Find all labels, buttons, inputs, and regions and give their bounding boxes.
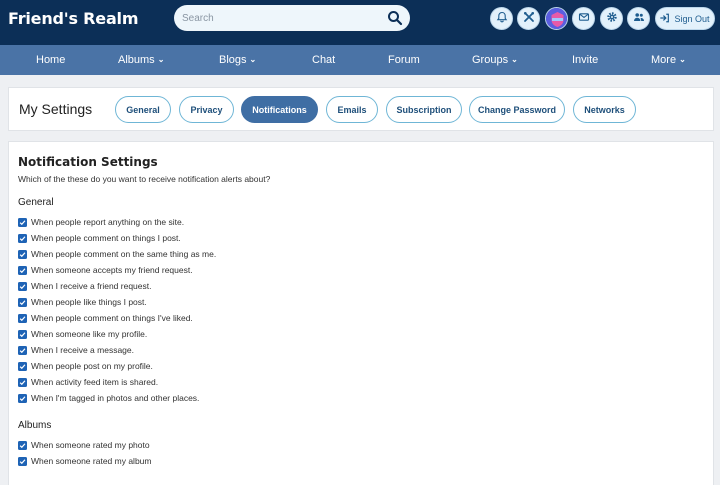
nav-groups[interactable]: Groups ⌄ (472, 45, 518, 75)
tab-change-password[interactable]: Change Password (469, 96, 565, 123)
option-label: When someone like my profile. (31, 329, 148, 339)
messages-button[interactable] (572, 7, 595, 30)
nav-forum[interactable]: Forum (388, 45, 420, 75)
notification-option[interactable]: When people comment on things I post. (18, 232, 181, 244)
chevron-down-icon: ⌄ (157, 55, 165, 64)
option-label: When people post on my profile. (31, 361, 153, 371)
search-icon[interactable] (387, 10, 403, 26)
section-description: Which of the these do you want to receiv… (18, 174, 271, 184)
nav-more[interactable]: More ⌄ (651, 45, 686, 75)
tab-subscription[interactable]: Subscription (386, 96, 462, 123)
page-title: My Settings (19, 101, 93, 117)
notification-option[interactable]: When someone rated my album (18, 455, 151, 467)
tab-notifications[interactable]: Notifications (241, 96, 318, 123)
checkbox-checked[interactable] (18, 456, 27, 466)
section-heading: Notification Settings (18, 155, 158, 169)
checkbox-checked[interactable] (18, 297, 27, 307)
checkbox-checked[interactable] (18, 313, 27, 323)
nav-label: Forum (388, 54, 420, 66)
checkbox-checked[interactable] (18, 329, 27, 339)
nav-label: More (651, 54, 677, 66)
notification-option[interactable]: When I'm tagged in photos and other plac… (18, 392, 199, 404)
checkbox-checked[interactable] (18, 440, 27, 450)
option-label: When people report anything on the site. (31, 217, 185, 227)
tab-networks[interactable]: Networks (573, 96, 636, 123)
checkbox-checked[interactable] (18, 217, 27, 227)
nav-home[interactable]: Home (36, 45, 65, 75)
option-label: When activity feed item is shared. (31, 377, 159, 387)
option-label: When people like things I post. (31, 297, 147, 307)
notification-option[interactable]: When I receive a message. (18, 344, 134, 356)
users-icon (633, 10, 645, 28)
notification-option[interactable]: When people report anything on the site. (18, 216, 184, 228)
sign-out-label: Sign Out (674, 13, 710, 24)
checkbox-checked[interactable] (18, 233, 27, 243)
nav-label: Blogs (219, 54, 247, 66)
notification-option[interactable]: When people comment on the same thing as… (18, 248, 216, 260)
checkbox-checked[interactable] (18, 345, 27, 355)
sign-out-icon (660, 13, 670, 25)
notification-option[interactable]: When someone rated my photo (18, 439, 150, 451)
option-label: When people comment on the same thing as… (31, 249, 217, 259)
checkbox-checked[interactable] (18, 393, 27, 403)
option-label: When I receive a message. (31, 345, 134, 355)
checkbox-checked[interactable] (18, 361, 27, 371)
tools-button[interactable] (517, 7, 540, 30)
checkbox-checked[interactable] (18, 281, 27, 291)
notification-option[interactable]: When people post on my profile. (18, 360, 153, 372)
nav-blogs[interactable]: Blogs ⌄ (219, 45, 256, 75)
search-input[interactable] (182, 9, 382, 27)
chevron-down-icon: ⌄ (249, 55, 257, 64)
main-nav: Home Albums ⌄ Blogs ⌄ Chat Forum Groups ⌄ I… (0, 45, 720, 75)
chevron-down-icon: ⌄ (511, 55, 518, 64)
friends-button[interactable] (627, 7, 650, 30)
tools-icon (523, 10, 535, 28)
option-label: When someone rated my album (31, 456, 152, 466)
settings-button[interactable] (600, 7, 623, 30)
albums-group-title: Albums (18, 420, 52, 431)
notification-option[interactable]: When I receive a friend request. (18, 280, 151, 292)
notifications-bell-button[interactable] (490, 7, 513, 30)
notification-option[interactable]: When someone accepts my friend request. (18, 264, 193, 276)
checkbox-checked[interactable] (18, 265, 27, 275)
notification-option[interactable]: When someone like my profile. (18, 328, 147, 340)
option-label: When someone rated my photo (31, 440, 150, 450)
notification-option[interactable]: When activity feed item is shared. (18, 376, 158, 388)
checkbox-checked[interactable] (18, 377, 27, 387)
avatar[interactable] (545, 7, 568, 30)
nav-label: Home (36, 54, 66, 66)
nav-label: Albums (118, 54, 155, 66)
tab-emails[interactable]: Emails (326, 96, 378, 123)
tab-privacy[interactable]: Privacy (179, 96, 234, 123)
nav-label: Invite (572, 54, 599, 66)
option-label: When someone accepts my friend request. (31, 265, 193, 275)
bell-icon (496, 10, 508, 28)
search-box (174, 5, 410, 31)
site-title[interactable]: Friend's Realm (8, 9, 138, 28)
nav-chat[interactable]: Chat (312, 45, 335, 75)
notification-settings-panel: Notification Settings Which of the these… (8, 141, 714, 485)
option-label: When people comment on things I've liked… (31, 313, 193, 323)
nav-label: Groups (472, 54, 509, 66)
chevron-down-icon: ⌄ (679, 55, 686, 64)
general-group-title: General (18, 197, 54, 208)
nav-albums[interactable]: Albums ⌄ (118, 45, 164, 75)
checkbox-checked[interactable] (18, 249, 27, 259)
tab-general[interactable]: General (115, 96, 171, 123)
gear-icon (606, 10, 618, 28)
nav-invite[interactable]: Invite (572, 45, 598, 75)
notification-option[interactable]: When people like things I post. (18, 296, 147, 308)
sign-out-button[interactable]: Sign Out (655, 7, 715, 30)
notification-option[interactable]: When people comment on things I've liked… (18, 312, 193, 324)
settings-tabs-panel: My Settings General Privacy Notification… (8, 87, 714, 131)
envelope-icon (578, 10, 590, 28)
option-label: When people comment on things I post. (31, 233, 181, 243)
nav-label: Chat (312, 54, 336, 66)
option-label: When I receive a friend request. (31, 281, 152, 291)
top-header: Friend's Realm Sign Out (0, 0, 720, 45)
option-label: When I'm tagged in photos and other plac… (31, 393, 200, 403)
